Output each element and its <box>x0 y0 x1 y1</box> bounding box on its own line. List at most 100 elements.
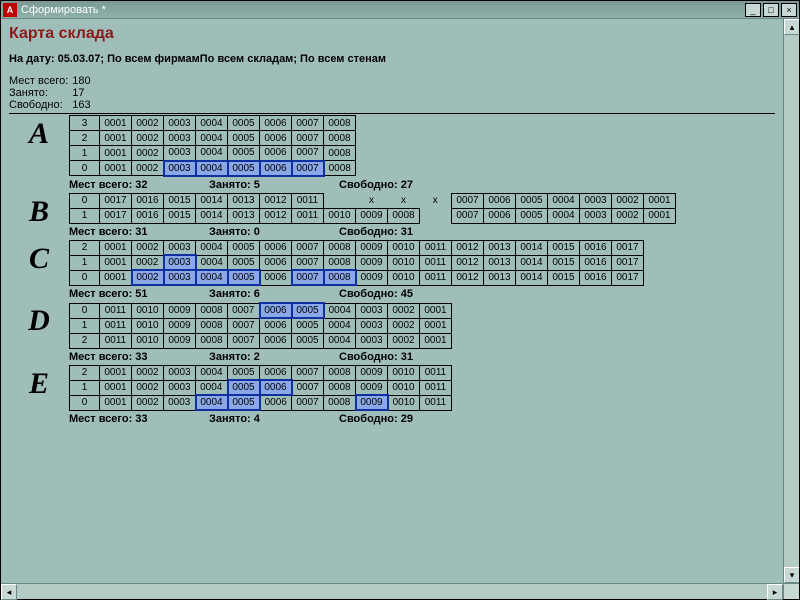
slot-cell[interactable]: 0006 <box>260 270 292 285</box>
slot-cell[interactable]: 0007 <box>292 131 324 146</box>
slot-cell[interactable]: 0003 <box>164 365 196 380</box>
slot-cell[interactable]: 0013 <box>228 193 260 208</box>
slot-cell[interactable]: 0011 <box>420 365 452 380</box>
slot-cell[interactable]: 0015 <box>164 193 196 208</box>
slot-cell[interactable]: 0002 <box>388 318 420 333</box>
slot-cell[interactable]: 0006 <box>260 303 292 318</box>
slot-cell[interactable]: 0016 <box>580 270 612 285</box>
slot-cell[interactable]: 0006 <box>260 146 292 161</box>
slot-cell[interactable]: 0011 <box>420 395 452 410</box>
slot-cell[interactable]: 0009 <box>356 270 388 285</box>
slot-cell[interactable]: 0005 <box>228 240 260 255</box>
slot-cell[interactable]: 0004 <box>324 318 356 333</box>
slot-cell[interactable]: 0004 <box>196 255 228 270</box>
slot-cell[interactable]: 0011 <box>420 380 452 395</box>
slot-cell[interactable]: 0001 <box>100 131 132 146</box>
slot-cell[interactable]: 0003 <box>164 161 196 176</box>
slot-cell[interactable]: 0008 <box>324 240 356 255</box>
slot-cell[interactable]: 0003 <box>164 380 196 395</box>
slot-cell[interactable]: 0005 <box>292 318 324 333</box>
slot-cell[interactable]: 0002 <box>132 380 164 395</box>
slot-cell[interactable]: 0001 <box>100 365 132 380</box>
slot-cell[interactable]: 0007 <box>292 365 324 380</box>
slot-cell[interactable]: 0001 <box>100 255 132 270</box>
slot-cell[interactable]: 0005 <box>292 303 324 318</box>
slot-cell[interactable]: 0010 <box>388 270 420 285</box>
slot-cell[interactable]: 0003 <box>356 303 388 318</box>
slot-cell[interactable]: 0005 <box>228 116 260 131</box>
slot-cell[interactable]: 0014 <box>516 240 548 255</box>
slot-cell[interactable]: 0008 <box>324 116 356 131</box>
slot-cell[interactable]: 0011 <box>420 255 452 270</box>
slot-cell[interactable]: 0001 <box>100 270 132 285</box>
slot-cell[interactable]: 0008 <box>324 161 356 176</box>
slot-cell[interactable]: 0012 <box>452 255 484 270</box>
slot-cell[interactable]: 0013 <box>484 255 516 270</box>
slot-cell[interactable]: 0009 <box>356 255 388 270</box>
slot-cell[interactable]: 0007 <box>292 395 324 410</box>
slot-cell[interactable]: 0017 <box>612 255 644 270</box>
slot-cell[interactable]: 0012 <box>260 208 292 223</box>
slot-cell[interactable]: 0003 <box>164 395 196 410</box>
slot-cell[interactable]: 0007 <box>292 270 324 285</box>
slot-cell[interactable]: 0002 <box>132 131 164 146</box>
slot-cell[interactable]: 0007 <box>452 193 484 208</box>
slot-cell[interactable]: 0008 <box>324 255 356 270</box>
slot-cell[interactable]: 0008 <box>324 380 356 395</box>
horizontal-scrollbar[interactable]: ◂ ▸ <box>1 583 783 599</box>
slot-cell[interactable]: 0016 <box>580 240 612 255</box>
slot-cell[interactable]: 0013 <box>228 208 260 223</box>
slot-cell[interactable]: 0006 <box>484 193 516 208</box>
slot-cell[interactable]: 0002 <box>132 365 164 380</box>
scroll-down-button[interactable]: ▾ <box>784 567 799 583</box>
slot-cell[interactable]: 0007 <box>292 380 324 395</box>
scroll-right-button[interactable]: ▸ <box>767 584 783 600</box>
slot-cell[interactable]: 0014 <box>196 193 228 208</box>
slot-cell[interactable]: 0005 <box>228 380 260 395</box>
slot-cell[interactable]: 0006 <box>260 333 292 348</box>
slot-cell[interactable]: 0005 <box>228 146 260 161</box>
slot-cell[interactable]: 0001 <box>420 303 452 318</box>
slot-cell[interactable]: 0006 <box>260 161 292 176</box>
slot-cell[interactable]: 0001 <box>644 208 676 223</box>
slot-cell[interactable]: 0010 <box>132 318 164 333</box>
slot-cell[interactable]: 0008 <box>324 131 356 146</box>
slot-cell[interactable]: 0007 <box>292 146 324 161</box>
slot-cell[interactable]: 0009 <box>356 395 388 410</box>
slot-cell[interactable]: 0004 <box>324 303 356 318</box>
slot-cell[interactable]: 0002 <box>612 193 644 208</box>
slot-cell[interactable]: 0008 <box>196 318 228 333</box>
slot-cell[interactable]: 0011 <box>100 303 132 318</box>
slot-cell[interactable]: 0003 <box>356 333 388 348</box>
slot-cell[interactable]: 0010 <box>388 365 420 380</box>
slot-cell[interactable]: 0006 <box>260 255 292 270</box>
vertical-scrollbar[interactable]: ▴ ▾ <box>783 19 799 583</box>
slot-cell[interactable]: 0002 <box>132 116 164 131</box>
slot-cell[interactable]: 0011 <box>292 193 324 208</box>
slot-cell[interactable]: 0008 <box>196 333 228 348</box>
slot-cell[interactable]: 0009 <box>164 303 196 318</box>
slot-cell[interactable]: 0002 <box>132 395 164 410</box>
slot-cell[interactable]: 0009 <box>356 380 388 395</box>
slot-cell[interactable]: 0004 <box>196 365 228 380</box>
slot-cell[interactable]: 0002 <box>388 333 420 348</box>
slot-cell[interactable]: 0017 <box>612 270 644 285</box>
slot-cell[interactable]: 0003 <box>164 116 196 131</box>
slot-cell[interactable]: 0003 <box>164 255 196 270</box>
slot-cell[interactable]: 0005 <box>292 333 324 348</box>
slot-cell[interactable]: 0007 <box>228 333 260 348</box>
slot-cell[interactable]: 0008 <box>388 208 420 223</box>
slot-cell[interactable]: 0008 <box>324 365 356 380</box>
slot-cell[interactable]: 0005 <box>228 395 260 410</box>
slot-cell[interactable]: 0002 <box>132 270 164 285</box>
slot-cell[interactable]: 0016 <box>580 255 612 270</box>
slot-cell[interactable]: 0001 <box>420 333 452 348</box>
slot-cell[interactable]: 0002 <box>132 255 164 270</box>
slot-cell[interactable]: 0015 <box>164 208 196 223</box>
slot-cell[interactable]: 0017 <box>100 208 132 223</box>
slot-cell[interactable]: 0012 <box>260 193 292 208</box>
scroll-up-button[interactable]: ▴ <box>784 19 799 35</box>
slot-cell[interactable]: 0007 <box>452 208 484 223</box>
slot-cell[interactable]: 0014 <box>196 208 228 223</box>
slot-cell[interactable]: 0001 <box>644 193 676 208</box>
